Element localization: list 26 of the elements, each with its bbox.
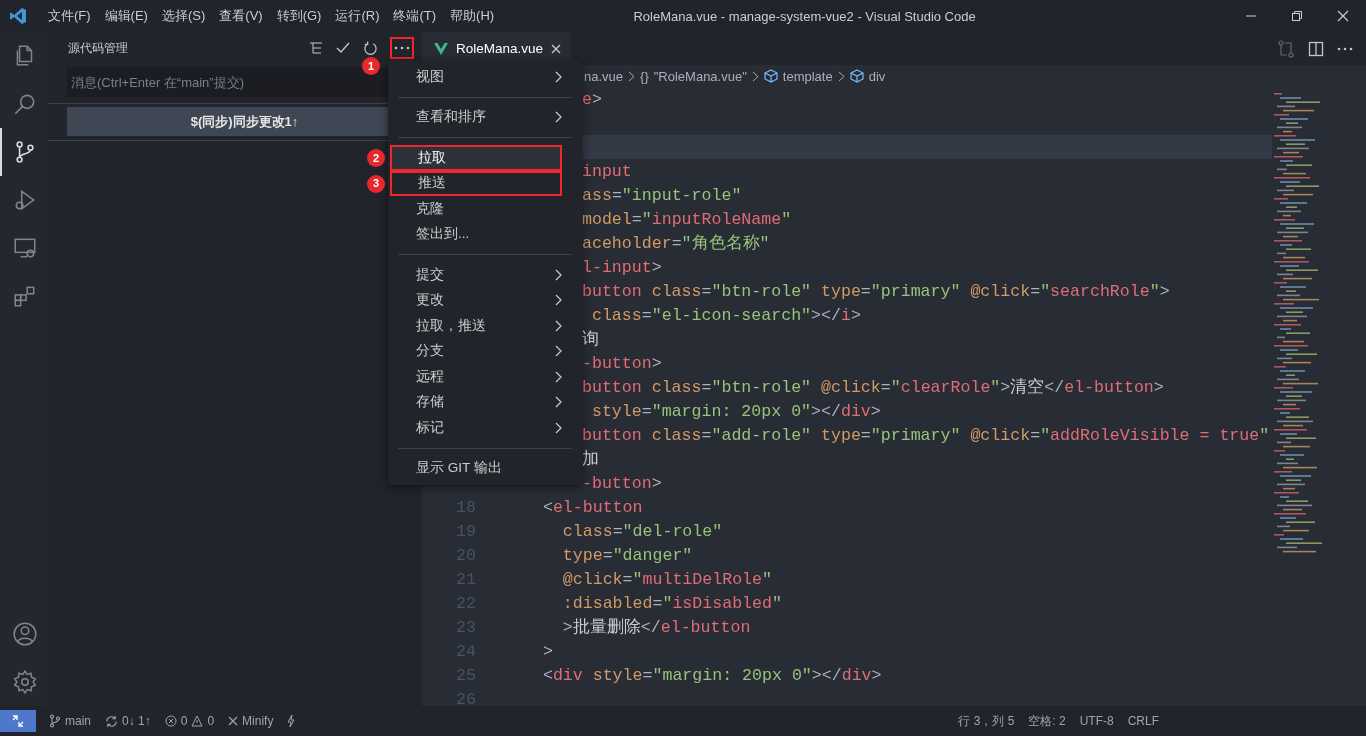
code-line: model="inputRoleName" xyxy=(582,209,792,229)
code-line: @click="multiDelRole" xyxy=(561,569,772,589)
code-line: <div style="margin: 20px 0"></div> xyxy=(541,665,882,685)
code-line: class="del-role" xyxy=(561,521,723,541)
code-line: > xyxy=(541,641,553,661)
code-line: style="margin: 20px 0"></div> xyxy=(590,401,881,421)
code-line: aceholder="角色名称" xyxy=(582,233,770,254)
code-line: class="el-icon-search"></i> xyxy=(590,305,861,325)
code-line: button class="add-role" type="primary" @click="addRoleVisible = true" xyxy=(582,425,1270,445)
code-line: button class="btn-role" @click="clearRole">清空</el-button> xyxy=(582,377,1164,398)
code-line: e> xyxy=(582,89,602,109)
sidebar-title: 源代码管理 xyxy=(68,40,128,56)
code-line: input xyxy=(582,161,632,181)
code-line: type="danger" xyxy=(561,545,693,565)
code-line: -button> xyxy=(582,473,662,493)
object-glyph: {} xyxy=(640,68,649,84)
code-line: -button> xyxy=(582,353,662,373)
code-line: button class="btn-role" type="primary" @click="searchRole"> xyxy=(582,281,1170,301)
code-line: 加 xyxy=(582,449,599,470)
window-title: RoleMana.vue - manage-system-vue2 - Visual Studio Code xyxy=(632,8,977,24)
code-line: 询 xyxy=(582,329,599,350)
code-line: <el-button xyxy=(541,497,643,517)
code-line: l-input> xyxy=(582,257,662,277)
code-line: >批量删除</el-button xyxy=(561,617,751,638)
code-line: ass="input-role" xyxy=(582,185,742,205)
code-line: :disabled="isDisabled" xyxy=(561,593,782,613)
